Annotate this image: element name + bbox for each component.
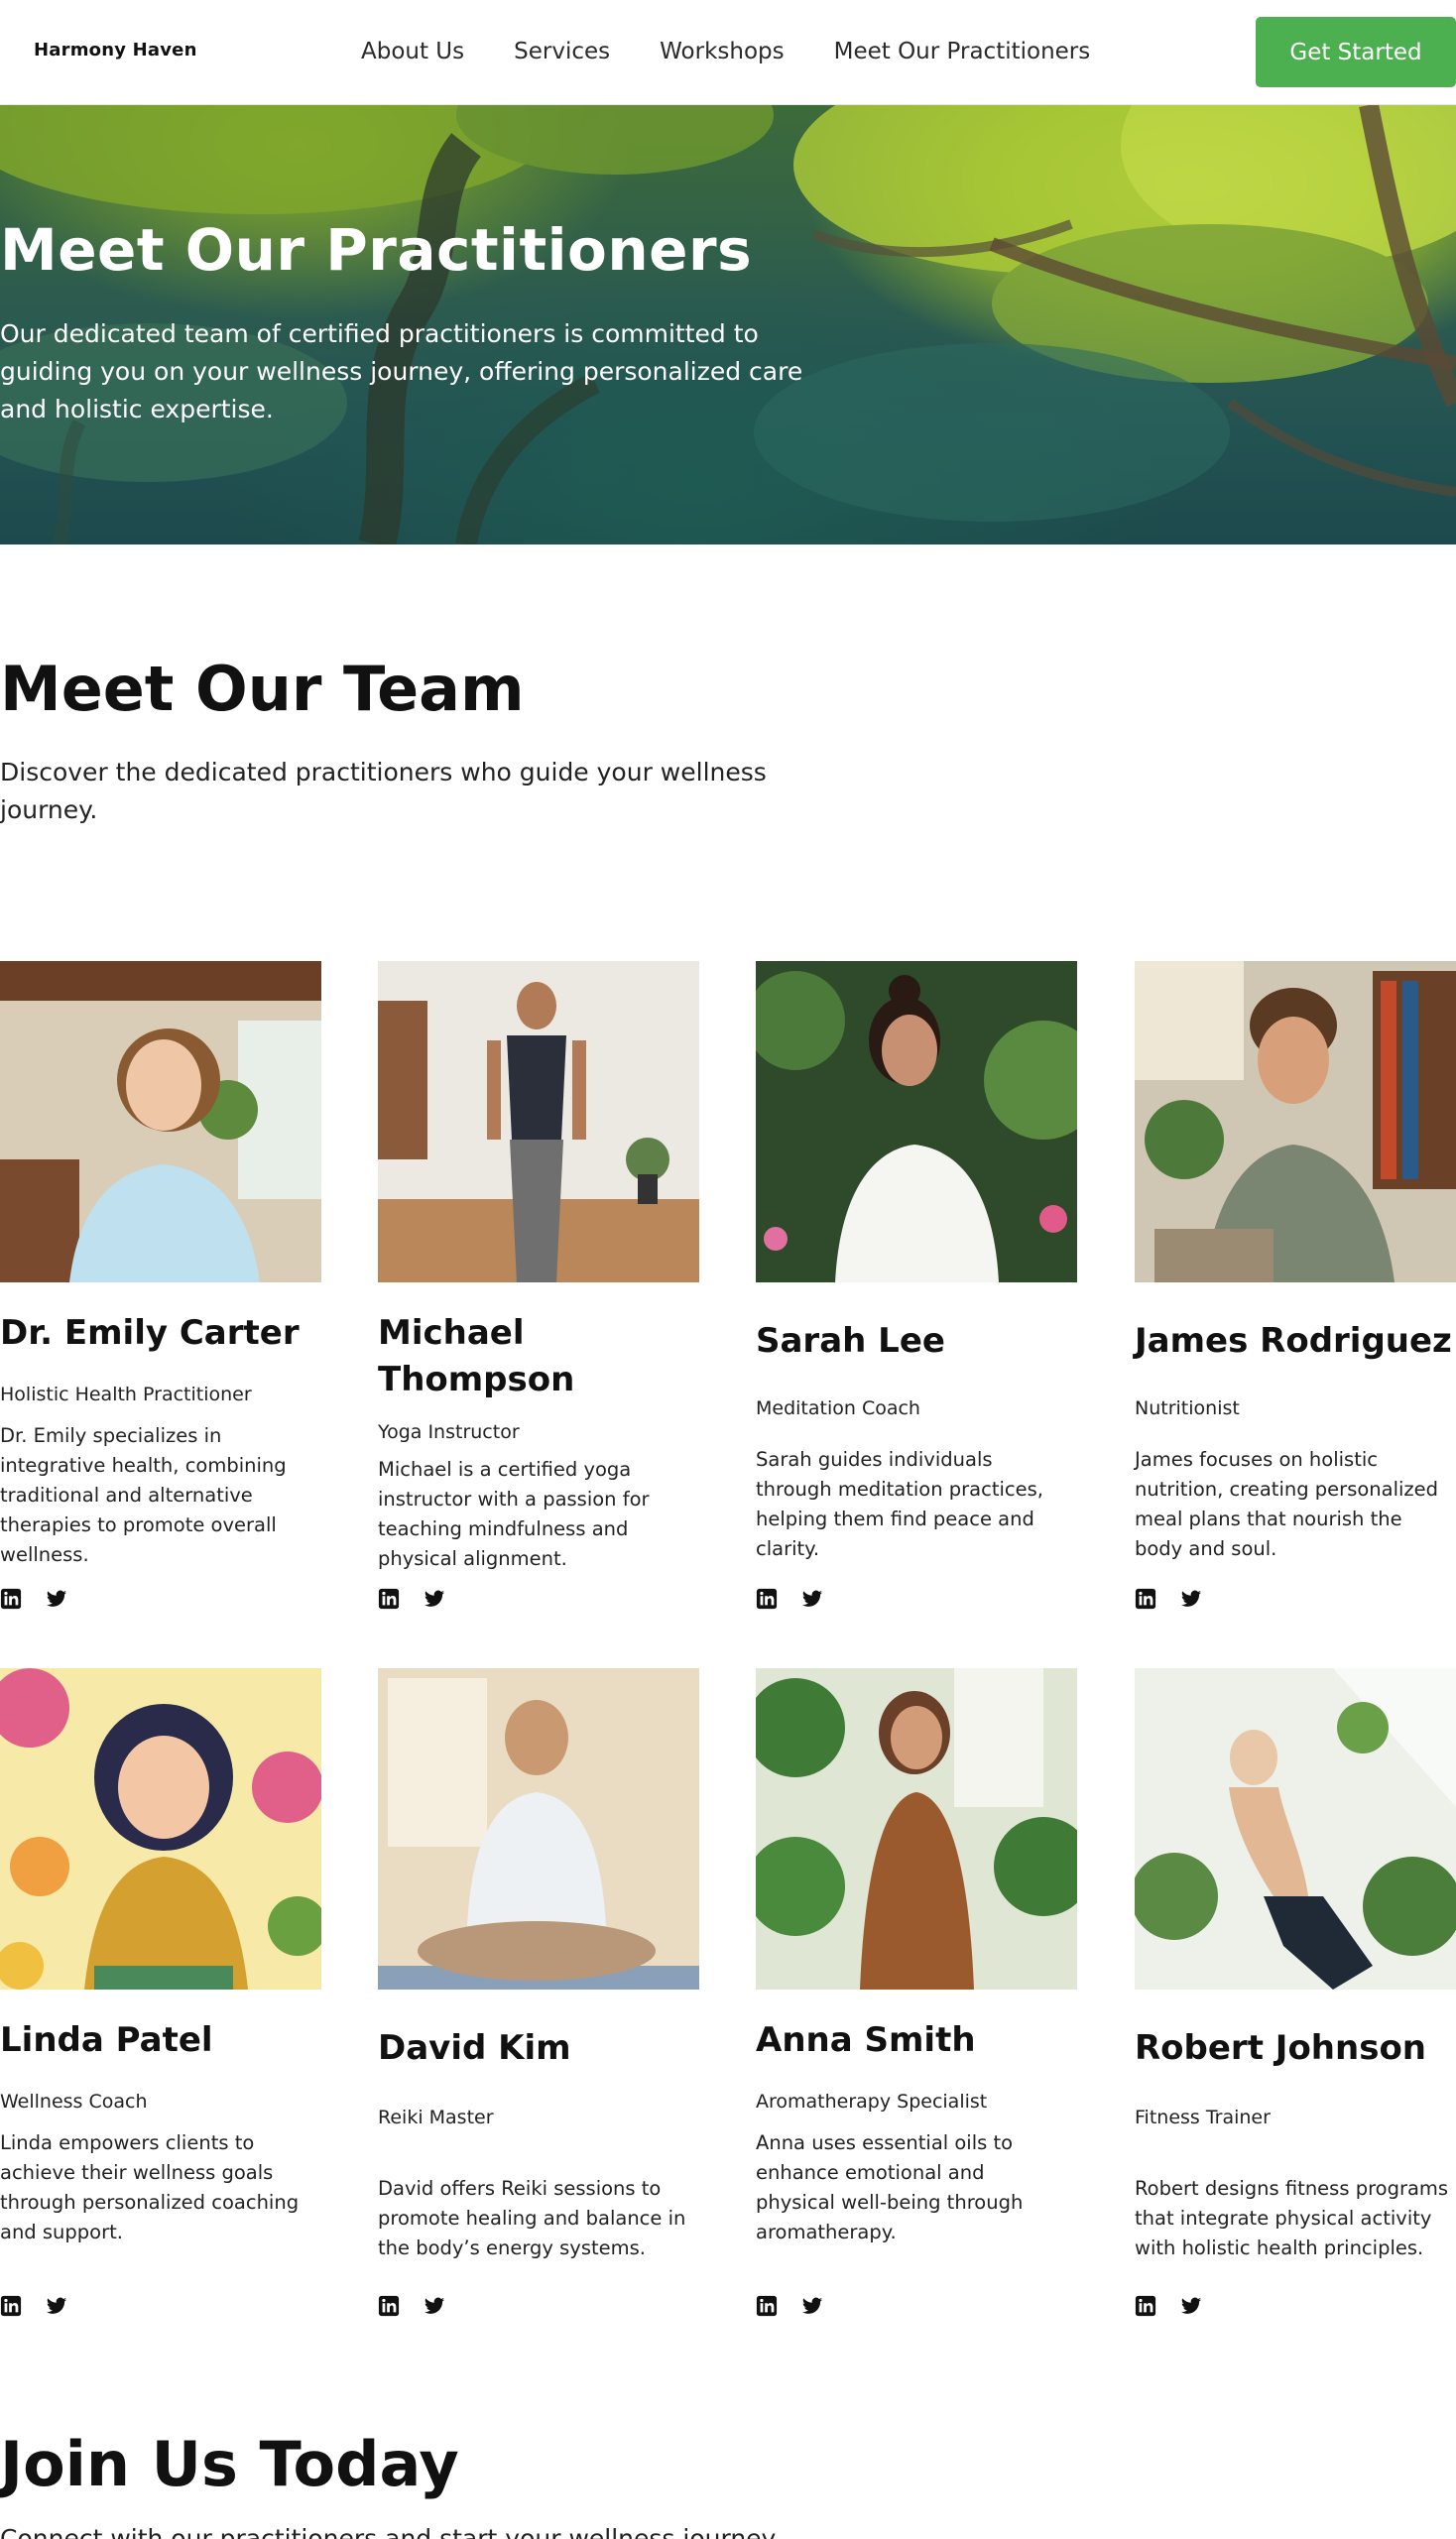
team-title: Meet Our Team (0, 653, 525, 725)
practitioner-card: Robert Johnson Fitness Trainer Robert de… (1135, 1668, 1456, 2317)
linkedin-icon[interactable] (1135, 2295, 1156, 2317)
twitter-icon[interactable] (1180, 2295, 1202, 2317)
nav-links: About Us Services Workshops Meet Our Pra… (361, 34, 1140, 69)
linkedin-icon[interactable] (0, 2295, 22, 2317)
social-links (756, 2295, 847, 2317)
practitioner-role: Nutritionist (1135, 1397, 1240, 1419)
nav-link-services[interactable]: Services (514, 34, 610, 69)
practitioner-role: Fitness Trainer (1135, 2107, 1271, 2128)
practitioner-card: Michael Thompson Yoga Instructor Michael… (378, 961, 699, 1610)
social-links (0, 2295, 91, 2317)
social-links (0, 1588, 91, 1610)
practitioner-name: Robert Johnson (1135, 2028, 1427, 2068)
social-links (378, 2295, 469, 2317)
practitioner-role: Holistic Health Practitioner (0, 1384, 252, 1405)
practitioner-photo (378, 961, 699, 1282)
twitter-icon[interactable] (46, 2295, 67, 2317)
practitioner-card: Anna Smith Aromatherapy Specialist Anna … (756, 1668, 1077, 2317)
practitioner-bio: Michael is a certified yoga instructor w… (378, 1458, 650, 1570)
practitioner-photo (1135, 1668, 1456, 1990)
twitter-icon[interactable] (801, 2295, 823, 2317)
practitioner-photo (756, 961, 1077, 1282)
logo[interactable]: Harmony Haven (34, 40, 197, 60)
practitioner-bio: Anna uses essential oils to enhance emot… (756, 2131, 1024, 2243)
practitioner-role: Meditation Coach (756, 1397, 920, 1419)
linkedin-icon[interactable] (756, 2295, 778, 2317)
practitioner-card: Linda Patel Wellness Coach Linda empower… (0, 1668, 321, 2317)
linkedin-icon[interactable] (0, 1588, 22, 1610)
join-subtitle: Connect with our practitioners and start… (0, 2524, 777, 2539)
nav-link-workshops[interactable]: Workshops (660, 34, 784, 69)
hero-title: Meet Our Practitioners (0, 216, 753, 284)
practitioner-name: Michael Thompson (378, 1313, 575, 1399)
twitter-icon[interactable] (801, 1588, 823, 1610)
practitioner-card: Sarah Lee Meditation Coach Sarah guides … (756, 961, 1077, 1610)
practitioner-bio: James focuses on holistic nutrition, cre… (1135, 1448, 1439, 1560)
social-links (1135, 2295, 1226, 2317)
social-links (756, 1588, 847, 1610)
top-nav: Harmony Haven About Us Services Workshop… (0, 0, 1456, 105)
linkedin-icon[interactable] (378, 1588, 400, 1610)
nav-link-about[interactable]: About Us (361, 34, 464, 69)
practitioner-card: James Rodriguez Nutritionist James focus… (1135, 961, 1456, 1610)
practitioner-card: Dr. Emily Carter Holistic Health Practit… (0, 961, 321, 1610)
practitioner-role: Yoga Instructor (378, 1421, 520, 1443)
practitioner-bio: Robert designs fitness programs that int… (1135, 2177, 1449, 2259)
nav-link-practitioners[interactable]: Meet Our Practitioners (834, 34, 1091, 69)
join-title: Join Us Today (0, 2428, 459, 2500)
practitioner-name: David Kim (378, 2028, 571, 2068)
practitioner-card: David Kim Reiki Master David offers Reik… (378, 1668, 699, 2317)
practitioner-photo (756, 1668, 1077, 1990)
team-subtitle: Discover the dedicated practitioners who… (0, 758, 767, 824)
social-links (378, 1588, 469, 1610)
practitioner-name: Sarah Lee (756, 1321, 945, 1361)
practitioner-photo (0, 961, 321, 1282)
twitter-icon[interactable] (1180, 1588, 1202, 1610)
hero-description: Our dedicated team of certified practiti… (0, 319, 803, 423)
linkedin-icon[interactable] (1135, 1588, 1156, 1610)
linkedin-icon[interactable] (378, 2295, 400, 2317)
practitioner-role: Wellness Coach (0, 2091, 148, 2113)
practitioner-bio: Linda empowers clients to achieve their … (0, 2131, 300, 2243)
get-started-button[interactable]: Get Started (1256, 17, 1456, 87)
practitioner-name: Anna Smith (756, 2020, 976, 2060)
practitioner-name: James Rodriguez (1135, 1321, 1452, 1361)
practitioner-role: Reiki Master (378, 2107, 494, 2128)
practitioner-role: Aromatherapy Specialist (756, 2091, 988, 2113)
twitter-icon[interactable] (424, 1588, 445, 1610)
linkedin-icon[interactable] (756, 1588, 778, 1610)
practitioner-bio: David offers Reiki sessions to promote h… (378, 2177, 686, 2259)
practitioner-photo (1135, 961, 1456, 1282)
practitioner-name: Linda Patel (0, 2020, 213, 2060)
twitter-icon[interactable] (424, 2295, 445, 2317)
social-links (1135, 1588, 1226, 1610)
twitter-icon[interactable] (46, 1588, 67, 1610)
practitioner-photo (378, 1668, 699, 1990)
practitioner-photo (0, 1668, 321, 1990)
practitioner-bio: Sarah guides individuals through meditat… (756, 1448, 1043, 1560)
hero-banner: Meet Our Practitioners Our dedicated tea… (0, 105, 1456, 544)
practitioner-name: Dr. Emily Carter (0, 1313, 300, 1353)
practitioner-bio: Dr. Emily specializes in integrative hea… (0, 1424, 287, 1566)
